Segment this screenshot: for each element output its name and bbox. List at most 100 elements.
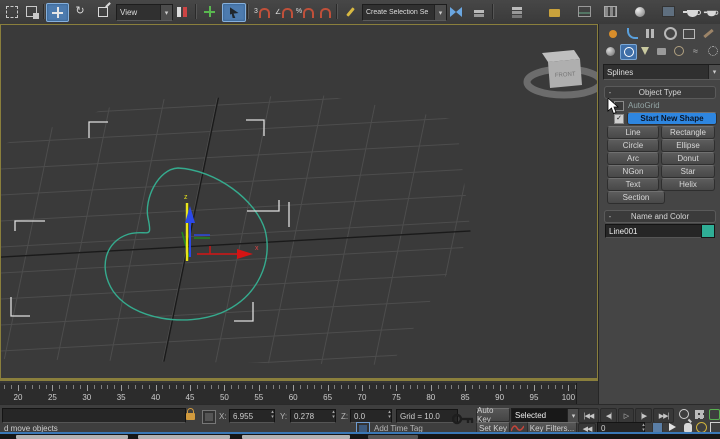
category-geometry[interactable]	[603, 44, 618, 58]
timeline-tick	[513, 385, 514, 389]
select-scale-button[interactable]	[93, 3, 113, 20]
tab-modify[interactable]	[624, 26, 640, 41]
render-setup-button[interactable]	[658, 3, 678, 20]
x-spinner[interactable]: ▴▾	[269, 410, 276, 420]
set-keys-key-icon[interactable]	[452, 413, 474, 426]
move-gizmo[interactable]: z x	[182, 194, 259, 261]
timeline-tick	[334, 385, 335, 389]
select-manipulate-button[interactable]	[199, 3, 219, 20]
create-tab-icon	[609, 30, 617, 38]
circle-button[interactable]: Circle	[607, 139, 659, 152]
ellipse-button[interactable]: Ellipse	[661, 139, 715, 152]
timeline-tick	[101, 385, 102, 389]
bottom-strip-block	[138, 435, 230, 439]
next-frame-button[interactable]: |▶	[635, 408, 652, 423]
object-type-rollout-header[interactable]: - Object Type	[604, 86, 716, 99]
mirror-button[interactable]	[446, 3, 466, 20]
render-iterative-button[interactable]	[703, 3, 720, 20]
snap-toggle-button[interactable]: 3	[251, 3, 273, 20]
maximize-icon	[710, 422, 720, 433]
collapse-icon: -	[605, 212, 615, 221]
window-crossing-icon[interactable]	[22, 3, 41, 20]
category-systems[interactable]	[705, 44, 720, 58]
timeline-frame-label: 90	[495, 393, 504, 402]
timeline-tick	[286, 385, 287, 389]
timeline-tick	[369, 385, 370, 389]
select-move-button[interactable]	[46, 3, 69, 22]
rect-selection-region-icon[interactable]	[2, 3, 21, 20]
tab-hierarchy[interactable]	[643, 26, 659, 41]
home-grid	[1, 61, 591, 378]
category-cameras[interactable]	[654, 44, 669, 58]
material-editor-button[interactable]	[630, 3, 650, 20]
zoom-extents-icon	[709, 409, 720, 420]
start-new-shape-checkbox[interactable]: ✓	[614, 114, 624, 124]
edit-named-selection-sets-button[interactable]	[340, 3, 360, 20]
viewport-canvas: z x FRONT	[1, 25, 597, 378]
spinner-snap-button[interactable]	[316, 3, 334, 20]
object-name-field[interactable]: Line001	[605, 224, 703, 238]
timeline-ruler[interactable]: 20253035404550556065707580859095100	[0, 383, 577, 404]
category-space-warps[interactable]: ≈	[688, 44, 703, 58]
name-color-rollout-header[interactable]: - Name and Color	[604, 210, 716, 223]
auto-key-button[interactable]: Auto Key	[476, 408, 510, 422]
zoom-all-button[interactable]	[693, 408, 706, 420]
previous-frame-button[interactable]: ◀|	[600, 408, 617, 423]
keyboard-override-toggle[interactable]	[222, 3, 246, 22]
shape-type-dropdown[interactable]: Splines ▾	[603, 64, 720, 80]
line-button[interactable]: Line	[607, 126, 659, 139]
go-to-start-button[interactable]: |◀◀	[578, 408, 599, 423]
rectangle-button[interactable]: Rectangle	[661, 126, 715, 139]
pivot-point-center-button[interactable]	[172, 3, 192, 20]
maxscript-mini-listener[interactable]	[2, 408, 186, 423]
timeline-tick	[279, 385, 280, 389]
object-color-swatch[interactable]	[701, 224, 715, 238]
arc-button[interactable]: Arc	[607, 152, 659, 165]
play-button[interactable]: ▷	[618, 408, 634, 423]
tab-display[interactable]	[681, 26, 697, 41]
timeline-tick	[390, 385, 391, 389]
percent-snap-button[interactable]: %	[295, 3, 315, 20]
viewcube[interactable]: FRONT	[527, 50, 597, 95]
align-button[interactable]	[468, 3, 489, 20]
z-label: Z:	[341, 412, 348, 421]
ngon-button[interactable]: NGon	[607, 165, 659, 178]
z-spinner[interactable]: ▴▾	[386, 410, 393, 420]
schematic-view-button[interactable]	[600, 3, 620, 20]
curve-editor-button[interactable]	[574, 3, 594, 20]
named-selection-set-dropdown[interactable]: Create Selection Se ▾	[362, 4, 447, 21]
timeline-tick	[231, 385, 232, 389]
timeline-tick	[562, 385, 563, 389]
tab-create[interactable]	[605, 26, 621, 41]
start-new-shape-button[interactable]: Start New Shape	[627, 112, 717, 125]
cameras-icon	[657, 48, 666, 55]
category-lights[interactable]	[637, 44, 652, 58]
selection-lock-icon[interactable]	[186, 413, 195, 420]
layer-manager-button[interactable]	[507, 3, 527, 20]
y-spinner[interactable]: ▴▾	[330, 410, 337, 420]
timeline-tick	[548, 385, 549, 389]
absolute-mode-toggle[interactable]	[202, 410, 216, 424]
text-button[interactable]: Text	[607, 178, 659, 191]
angle-snap-button[interactable]: ∠	[274, 3, 294, 20]
render-production-button[interactable]	[682, 3, 702, 20]
tab-motion[interactable]	[662, 26, 678, 41]
helix-button[interactable]: Helix	[661, 178, 715, 191]
donut-button[interactable]: Donut	[661, 152, 715, 165]
select-rotate-button[interactable]: ↻	[70, 3, 90, 20]
timeline-frame-label: 65	[323, 393, 332, 402]
graphite-toggle-button[interactable]	[544, 3, 564, 20]
tab-utilities[interactable]	[700, 26, 716, 41]
reference-coordinate-dropdown[interactable]: View ▾	[116, 4, 173, 21]
category-helpers[interactable]	[671, 44, 686, 58]
timeline-tick	[238, 385, 239, 389]
section-button[interactable]: Section	[607, 191, 665, 204]
timeline-tick	[18, 385, 19, 391]
selection-set-time-dropdown[interactable]: Selected ▾	[511, 408, 580, 423]
category-shapes[interactable]	[620, 44, 637, 60]
perspective-viewport[interactable]: z x FRONT	[0, 24, 598, 379]
zoom-button[interactable]	[677, 408, 690, 420]
zoom-extents-button[interactable]	[708, 408, 720, 420]
pivot-icon	[177, 7, 187, 17]
star-button[interactable]: Star	[661, 165, 715, 178]
